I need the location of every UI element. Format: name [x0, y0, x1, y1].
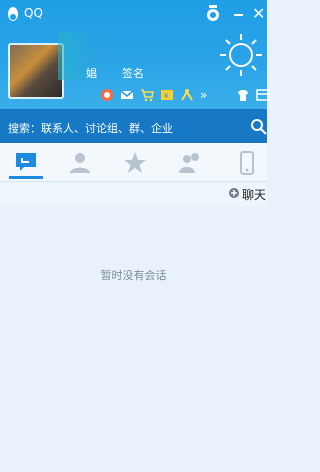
skin-icon[interactable]: [204, 3, 222, 23]
sun-icon[interactable]: [218, 32, 264, 78]
phone-icon[interactable]: [233, 149, 261, 177]
message-box-icon[interactable]: [256, 88, 270, 102]
shop-cart-icon[interactable]: [140, 88, 154, 102]
add-chat-button[interactable]: 聊天: [242, 186, 266, 203]
svg-text:¥: ¥: [164, 92, 169, 100]
qzone-icon[interactable]: [100, 88, 114, 102]
game-icon[interactable]: [180, 88, 194, 102]
chat-icon[interactable]: [12, 149, 40, 177]
contact-icon[interactable]: [66, 149, 94, 177]
close-button[interactable]: ✕: [252, 4, 268, 24]
nickname[interactable]: 娼: [86, 65, 97, 81]
header: QQ ✕ 娼 签名 ¥ »: [0, 0, 270, 109]
search-input[interactable]: 搜索：联系人、讨论组、群、企业: [8, 120, 173, 136]
conversation-list: 暂时没有会话: [0, 206, 267, 472]
empty-state-text: 暂时没有会话: [100, 269, 167, 282]
search-bar[interactable]: 搜索：联系人、讨论组、群、企业: [0, 109, 267, 143]
star-icon[interactable]: [121, 149, 149, 177]
search-icon[interactable]: [250, 118, 268, 136]
wallet-icon[interactable]: ¥: [160, 88, 174, 102]
app-title: QQ: [24, 6, 43, 20]
shirt-icon[interactable]: [236, 88, 250, 102]
penguin-icon: [8, 7, 18, 21]
title-bar[interactable]: QQ ✕: [0, 0, 267, 30]
signature[interactable]: 签名: [122, 65, 144, 81]
avatar[interactable]: [8, 43, 64, 99]
action-row: 聊天: [0, 182, 267, 207]
group-icon[interactable]: [177, 149, 205, 177]
mail-icon[interactable]: [120, 88, 134, 102]
add-icon[interactable]: [228, 187, 240, 199]
minimize-button[interactable]: [234, 14, 243, 16]
more-arrows-icon[interactable]: »: [200, 88, 214, 102]
active-tab-indicator: [9, 176, 43, 179]
